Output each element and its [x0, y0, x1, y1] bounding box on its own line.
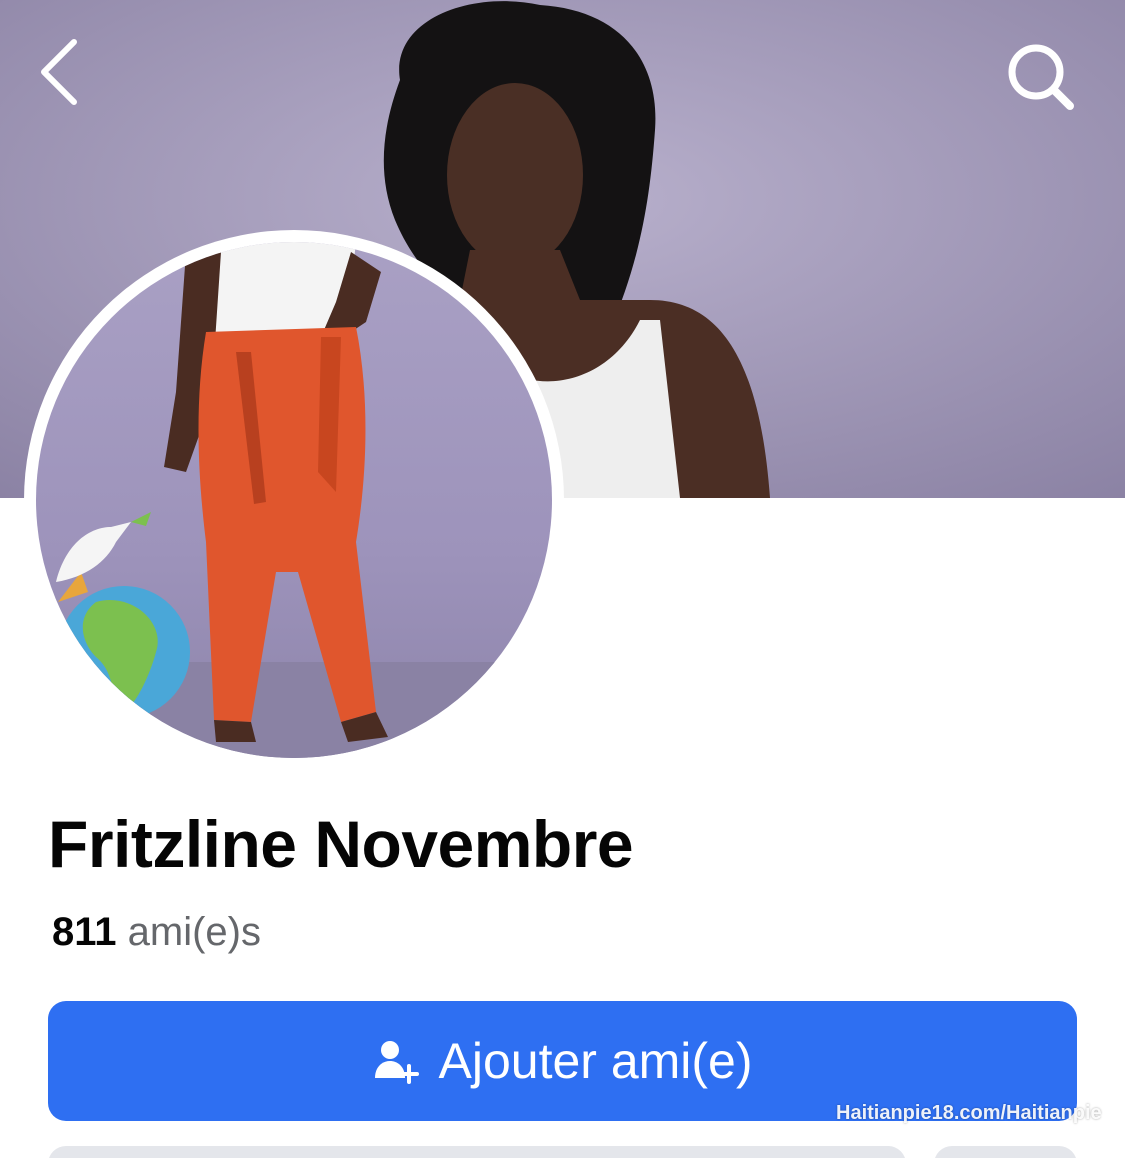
more-options-button[interactable] — [934, 1146, 1077, 1158]
search-icon — [1008, 44, 1074, 110]
friends-count-label: ami(e)s — [127, 910, 261, 954]
profile-page: Fritzline Novembre 811 ami(e)s Ajouter a… — [0, 0, 1125, 1158]
add-friend-label: Ajouter ami(e) — [438, 1033, 753, 1089]
back-button[interactable] — [30, 36, 110, 116]
add-person-icon — [374, 1041, 419, 1084]
profile-name: Fritzline Novembre — [48, 807, 634, 881]
profile-picture[interactable] — [24, 230, 564, 770]
profile-picture-illustration — [36, 242, 552, 758]
watermark: Haitianpie18.com/Haitianpie — [836, 1102, 1102, 1124]
message-button[interactable] — [48, 1146, 906, 1158]
friends-count-number: 811 — [52, 910, 117, 954]
search-button[interactable] — [1000, 36, 1080, 116]
chevron-left-icon — [41, 39, 77, 105]
profile-picture-image — [36, 242, 552, 758]
friends-count[interactable]: 811 ami(e)s — [52, 910, 261, 955]
